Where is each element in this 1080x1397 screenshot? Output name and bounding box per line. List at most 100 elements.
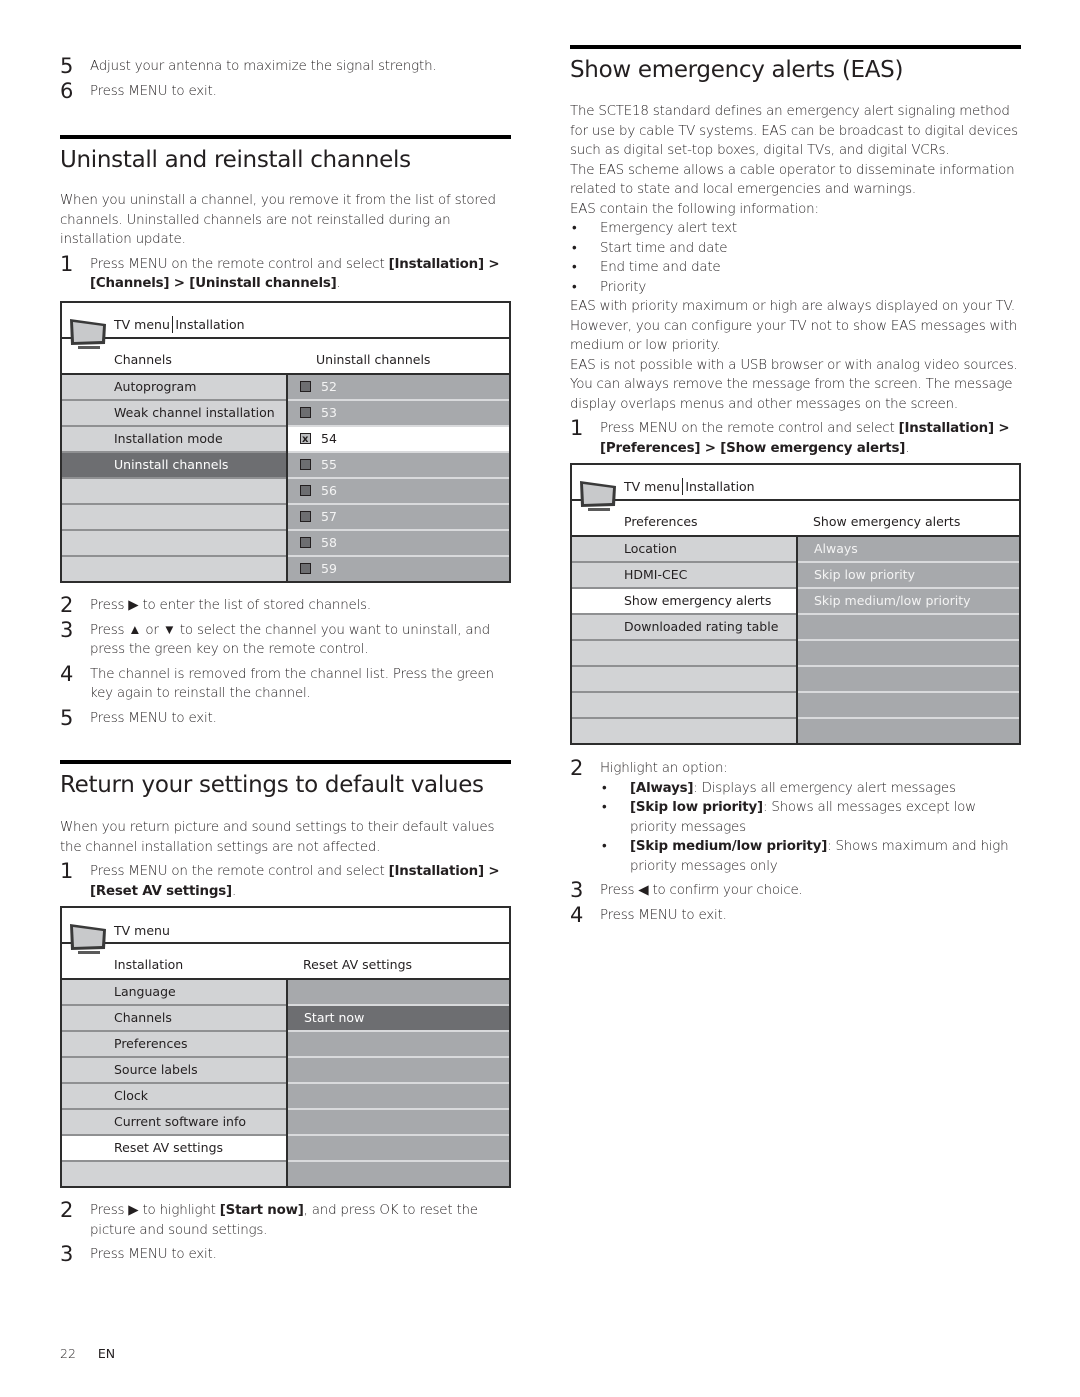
step-item: 5 Press MENU to exit. — [60, 705, 217, 730]
checkbox-icon[interactable] — [300, 459, 311, 470]
checkbox-icon[interactable] — [300, 563, 311, 574]
step-item: 1 Press MENU on the remote control and se… — [60, 859, 500, 899]
eas-section: Show emergency alerts (EAS) The SCTE18 s… — [570, 45, 1021, 458]
menu-item-empty — [572, 641, 796, 667]
section-intro: When you uninstall a channel, you remove… — [60, 193, 496, 247]
menu-breadcrumb: TV menu Installation — [114, 316, 245, 333]
step-item: 2 Press ▶ to enter the list of stored cha… — [60, 593, 371, 617]
step-item: 3 Press ◀ to confirm your choice. — [570, 878, 803, 902]
menu-item-hdmi-cec[interactable]: HDMI-CEC — [572, 563, 796, 589]
option-empty — [798, 719, 1019, 743]
menu-left-header: Installation — [114, 957, 184, 972]
step-item: 4 The channel is removed from the channel… — [60, 661, 494, 702]
option-description: • [Skip low priority]: Shows all messages… — [602, 800, 976, 835]
checkbox-icon[interactable] — [300, 407, 311, 418]
option-empty — [798, 615, 1019, 641]
checkbox-icon[interactable] — [300, 485, 311, 496]
reset-steps: 2 Press ▶ to highlight [Start now], and p… — [60, 1198, 511, 1266]
menu-item-empty — [62, 505, 286, 531]
menu-breadcrumb: TV menu — [114, 923, 170, 938]
menu-item-preferences[interactable]: Preferences — [62, 1032, 286, 1058]
section-title: Uninstall and reinstall channels — [60, 147, 411, 173]
menu-item-uninstall-channels[interactable]: Uninstall channels — [62, 453, 286, 479]
menu-item-empty — [62, 1162, 286, 1186]
channel-item[interactable]: 52 — [288, 375, 509, 401]
channel-item[interactable]: 54 — [288, 427, 509, 453]
menu-item-empty — [572, 693, 796, 719]
step-item: 1 Press MENU on the remote control and se… — [570, 416, 1010, 456]
eas-para-3: EAS contain the following information: — [570, 201, 819, 217]
option-start-now[interactable]: Start now — [288, 1006, 509, 1032]
eas-steps: 2 Highlight an option: • [Always]: Display… — [570, 757, 1021, 926]
tv-menu-uninstall: TV menu Installation Channels Uninstall c… — [60, 301, 511, 583]
menu-item-empty — [62, 531, 286, 557]
option-empty — [288, 1162, 509, 1186]
channel-item[interactable]: 59 — [288, 557, 509, 581]
checkbox-icon[interactable] — [300, 537, 311, 548]
tv-menu-reset: TV menu Installation Reset AV settings L… — [60, 906, 511, 1188]
menu-item-show-emergency-alerts[interactable]: Show emergency alerts — [572, 589, 796, 615]
menu-item-empty — [572, 667, 796, 693]
menu-left-header: Preferences — [624, 514, 698, 529]
channel-item[interactable]: 58 — [288, 531, 509, 557]
checkbox-icon[interactable] — [300, 511, 311, 522]
step-item: 1 Press MENU on the remote control and se… — [60, 251, 500, 292]
menu-breadcrumb-row: TV menu Installation — [572, 465, 1019, 501]
step-item: 3 Press MENU to exit. — [60, 1242, 217, 1266]
option-empty — [288, 1136, 509, 1162]
menu-item-downloaded-rating-table[interactable]: Downloaded rating table — [572, 615, 796, 641]
menu-right-header: Reset AV settings — [303, 957, 413, 972]
channel-item[interactable]: 53 — [288, 401, 509, 427]
step-item: 6 Press MENU to exit. — [60, 78, 217, 103]
menu-item-channels[interactable]: Channels — [62, 1006, 286, 1032]
section-rule — [60, 760, 511, 764]
option-always[interactable]: Always — [798, 537, 1019, 563]
menu-item-autoprogram[interactable]: Autoprogram — [62, 375, 286, 401]
tv-icon — [70, 924, 106, 954]
option-empty — [798, 667, 1019, 693]
eas-para-5: EAS is not possible with a USB browser o… — [570, 357, 1018, 412]
checkbox-icon[interactable] — [300, 381, 311, 392]
menu-breadcrumb-row: TV menu — [62, 908, 509, 944]
eas-para-1: The SCTE18 standard defines an emergency… — [570, 104, 1018, 158]
menu-breadcrumb: TV menu Installation — [624, 478, 755, 495]
menu-item-source-labels[interactable]: Source labels — [62, 1058, 286, 1084]
menu-item-empty — [62, 479, 286, 505]
section-rule — [570, 45, 1021, 49]
info-list-item: • Emergency alert text — [572, 221, 737, 236]
option-description: • [Skip medium/low priority]: Shows maxim… — [602, 839, 1009, 874]
menu-column-headers: Preferences Show emergency alerts — [572, 501, 1019, 537]
step-item: 2 Press ▶ to highlight [Start now], and p… — [60, 1198, 478, 1238]
section-title: Return your settings to default values — [60, 772, 484, 798]
channel-item[interactable]: 56 — [288, 479, 509, 505]
option-skip-low-priority[interactable]: Skip low priority — [798, 563, 1019, 589]
channel-item[interactable]: 55 — [288, 453, 509, 479]
checkbox-checked-icon[interactable] — [300, 428, 311, 452]
option-description: • [Always]: Displays all emergency alert … — [602, 780, 956, 796]
menu-item-clock[interactable]: Clock — [62, 1084, 286, 1110]
menu-item-installation-mode[interactable]: Installation mode — [62, 427, 286, 453]
eas-para-2: The EAS scheme allows a cable operator t… — [570, 162, 1015, 198]
menu-item-empty — [572, 719, 796, 743]
menu-item-language[interactable]: Language — [62, 980, 286, 1006]
menu-item-current-software-info[interactable]: Current software info — [62, 1110, 286, 1136]
menu-column-headers: Channels Uninstall channels — [62, 339, 509, 375]
page-number: 22 — [60, 1346, 76, 1361]
menu-item-location[interactable]: Location — [572, 537, 796, 563]
menu-item-reset-av-settings[interactable]: Reset AV settings — [62, 1136, 286, 1162]
channel-item[interactable]: 57 — [288, 505, 509, 531]
menu-right-header: Uninstall channels — [316, 352, 431, 367]
option-skip-medium-low-priority[interactable]: Skip medium/low priority — [798, 589, 1019, 615]
option-empty — [288, 1110, 509, 1136]
option-empty — [798, 693, 1019, 719]
step-item: 5 Adjust your antenna to maximize the sig… — [60, 54, 437, 78]
menu-breadcrumb-row: TV menu Installation — [62, 303, 509, 339]
step-item: 3 Press ▲ or ▼ to select the channel you … — [60, 617, 490, 658]
menu-column-headers: Installation Reset AV settings — [62, 944, 509, 980]
uninstall-section: Uninstall and reinstall channels When yo… — [60, 135, 511, 294]
uninstall-steps: 2 Press ▶ to enter the list of stored cha… — [60, 593, 511, 730]
reset-section: Return your settings to default values W… — [60, 760, 511, 901]
menu-item-weak-channel-installation[interactable]: Weak channel installation — [62, 401, 286, 427]
info-list-item: • Start time and date — [572, 240, 728, 256]
option-empty — [798, 641, 1019, 667]
